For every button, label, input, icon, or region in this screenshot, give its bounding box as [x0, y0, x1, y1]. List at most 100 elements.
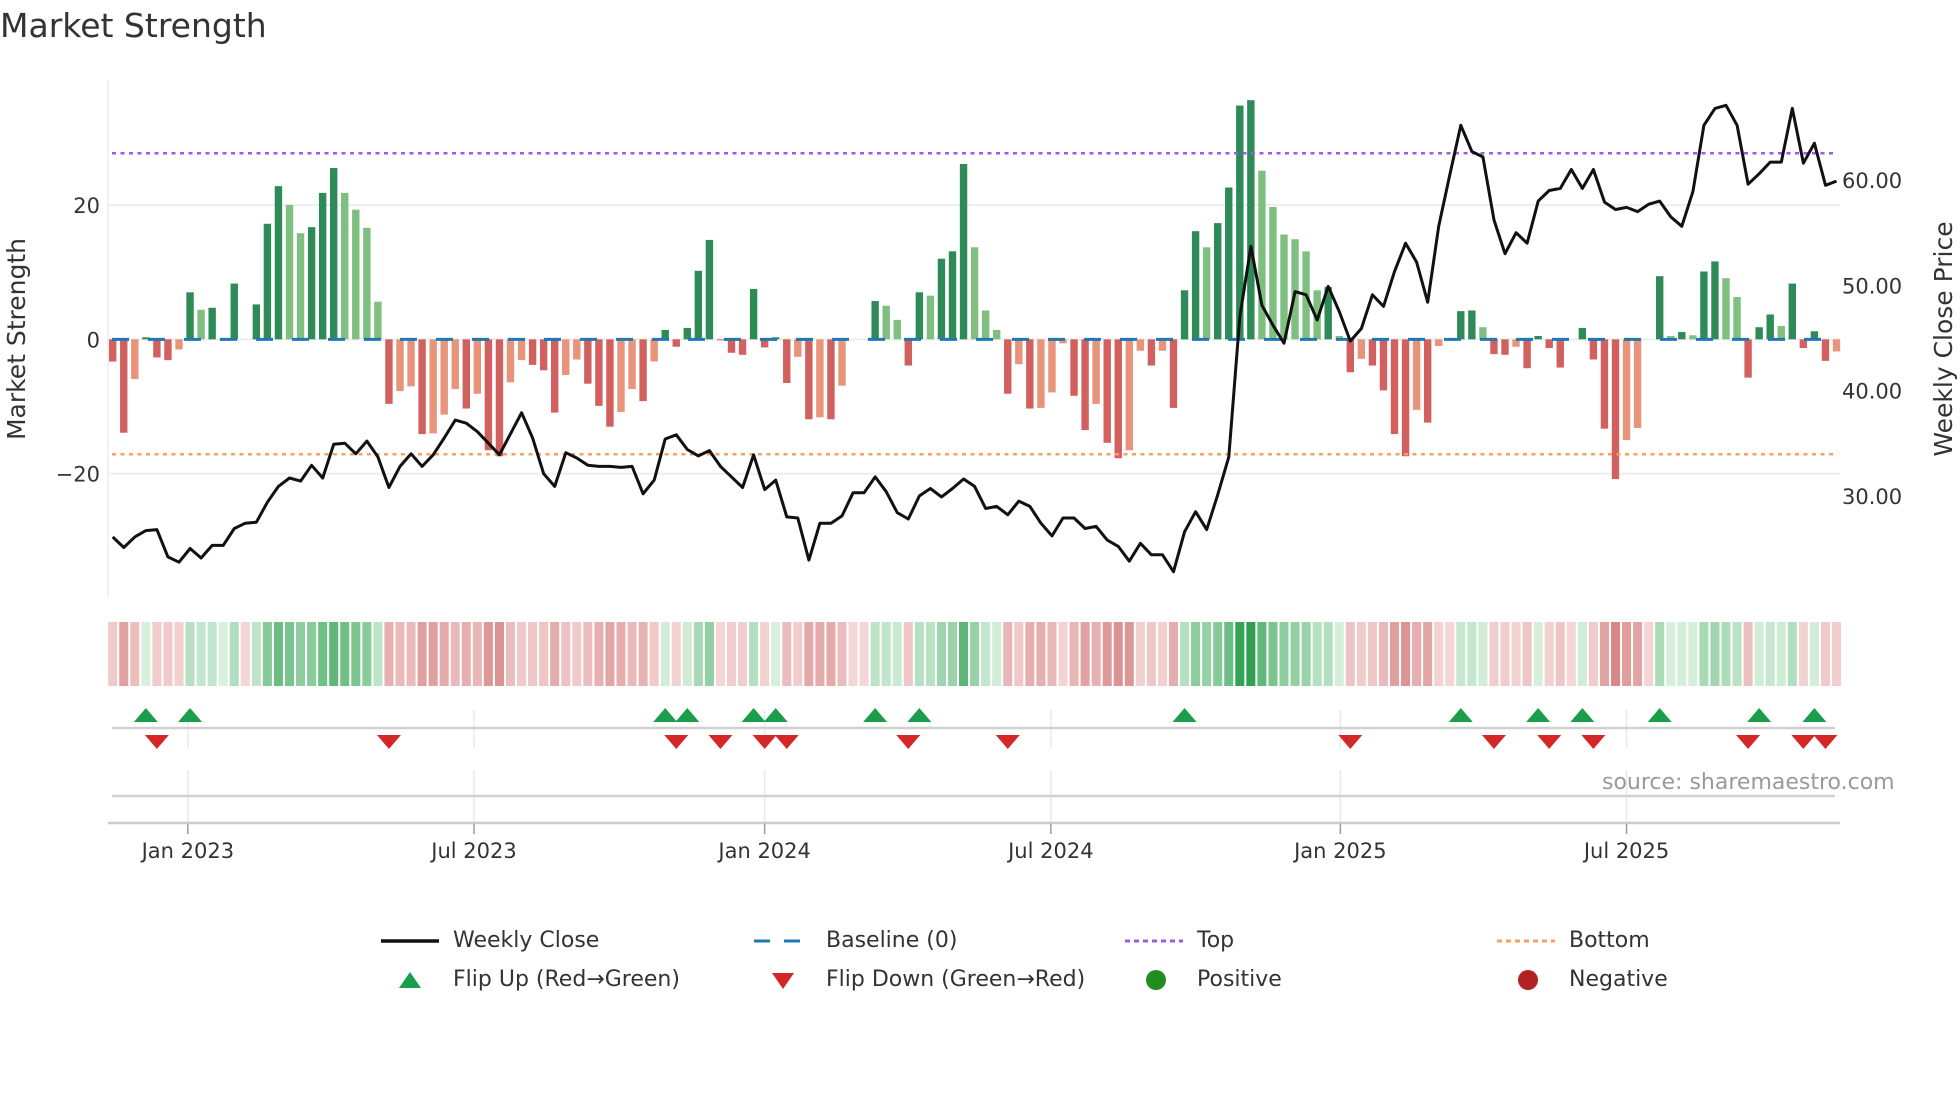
positive-bar — [749, 288, 758, 340]
heat-cell — [1191, 622, 1201, 686]
positive-bar — [893, 319, 901, 340]
heat-cell — [837, 622, 847, 686]
positive-bar — [1247, 100, 1255, 340]
heat-cell — [726, 622, 737, 686]
negative-bar — [606, 339, 614, 427]
heat-cell — [1809, 622, 1819, 686]
legend-top: Top — [1125, 928, 1234, 953]
heat-cell — [903, 622, 913, 686]
heat-cell — [141, 622, 151, 686]
heat-cell — [1423, 622, 1433, 686]
flip-down-marker — [1813, 735, 1838, 749]
positive-bar — [197, 309, 205, 340]
heat-cell — [1401, 622, 1411, 686]
positive-bar — [341, 192, 349, 340]
heat-cell — [1235, 622, 1245, 686]
positive-bar — [1202, 247, 1211, 340]
heat-cell — [881, 622, 891, 686]
negative-bar — [517, 339, 526, 361]
negative-bar — [1556, 339, 1564, 368]
heat-cell — [804, 622, 814, 686]
heat-cell — [1279, 622, 1289, 686]
positive-bar — [352, 209, 360, 340]
heat-cell — [362, 622, 372, 686]
heat-cell — [1202, 622, 1212, 686]
heat-cell — [1213, 622, 1223, 686]
negative-bar — [1589, 339, 1598, 360]
negative-bar — [1092, 339, 1100, 404]
heat-cell — [1412, 622, 1422, 686]
positive-bar — [318, 192, 327, 340]
positive-bar — [1225, 187, 1233, 340]
y2-tick-label: 60.00 — [1842, 169, 1902, 193]
heat-cell — [572, 622, 582, 686]
negative-bar — [1744, 339, 1752, 378]
flip-up-marker — [1747, 708, 1772, 722]
negative-bar — [175, 339, 183, 350]
negative-bar — [805, 339, 813, 420]
negative-bar — [672, 339, 680, 347]
flip-up-marker — [1802, 708, 1827, 722]
heat-cell — [1323, 622, 1333, 686]
heat-cell — [1135, 622, 1145, 686]
heat-cell — [1246, 622, 1256, 686]
heat-cell — [1820, 622, 1830, 686]
negative-bar — [153, 339, 161, 358]
positive-bar — [981, 310, 990, 340]
negative-bar — [484, 339, 493, 451]
positive-bar — [263, 223, 272, 340]
positive-bar — [993, 329, 1001, 340]
positive-bar — [1678, 331, 1686, 340]
heat-cell — [550, 622, 560, 686]
negative-bar — [418, 339, 426, 435]
heat-cell — [947, 622, 958, 686]
heat-cell — [1688, 622, 1698, 686]
y2-tick-label: 30.00 — [1842, 485, 1902, 509]
positive-bar — [1258, 170, 1266, 340]
negative-bar — [1368, 339, 1377, 366]
negative-bar — [1821, 339, 1830, 361]
heat-cell — [417, 622, 427, 686]
negative-bar — [1390, 339, 1399, 435]
heat-cell — [1157, 622, 1167, 686]
heat-cell — [826, 622, 836, 686]
negative-bar — [407, 339, 415, 387]
legend-label: Top — [1197, 928, 1235, 953]
flip-up-marker — [1526, 708, 1551, 722]
positive-bar — [230, 283, 238, 340]
positive-bar — [1578, 327, 1587, 340]
negative-bar — [1015, 339, 1023, 365]
negative-bar — [816, 339, 824, 418]
heat-cell — [594, 622, 604, 686]
positive-bar — [1755, 327, 1763, 340]
flip-up-marker — [1647, 708, 1672, 722]
y-axis-title: Market Strength — [2, 238, 31, 440]
positive-bar — [296, 233, 305, 340]
heat-cell — [296, 622, 306, 686]
heat-cell — [649, 622, 659, 686]
heat-cell — [1456, 622, 1466, 686]
heat-cell — [782, 622, 792, 686]
heat-cell — [483, 622, 493, 686]
negative-bar — [904, 339, 912, 366]
heat-cell — [1224, 622, 1234, 686]
negative-bar — [1501, 339, 1509, 355]
flip-up-marker — [863, 708, 888, 722]
dotted-line-icon — [1497, 929, 1559, 953]
heat-cell — [1765, 622, 1775, 686]
negative-bar — [1346, 339, 1354, 373]
heat-cell — [959, 622, 969, 686]
legend-positive: Positive — [1125, 967, 1282, 992]
heat-cell — [1710, 622, 1720, 686]
heat-cell — [130, 622, 140, 686]
heat-cell — [583, 622, 593, 686]
negative-bar — [506, 339, 515, 383]
flip-up-marker — [1570, 708, 1595, 722]
heat-cell — [671, 622, 681, 686]
heat-cell — [1622, 622, 1632, 686]
positive-bar — [694, 270, 703, 340]
heat-cell — [307, 622, 317, 686]
heat-cell — [1124, 622, 1134, 686]
negative-bar — [1412, 339, 1421, 410]
heat-cell — [1268, 622, 1278, 686]
